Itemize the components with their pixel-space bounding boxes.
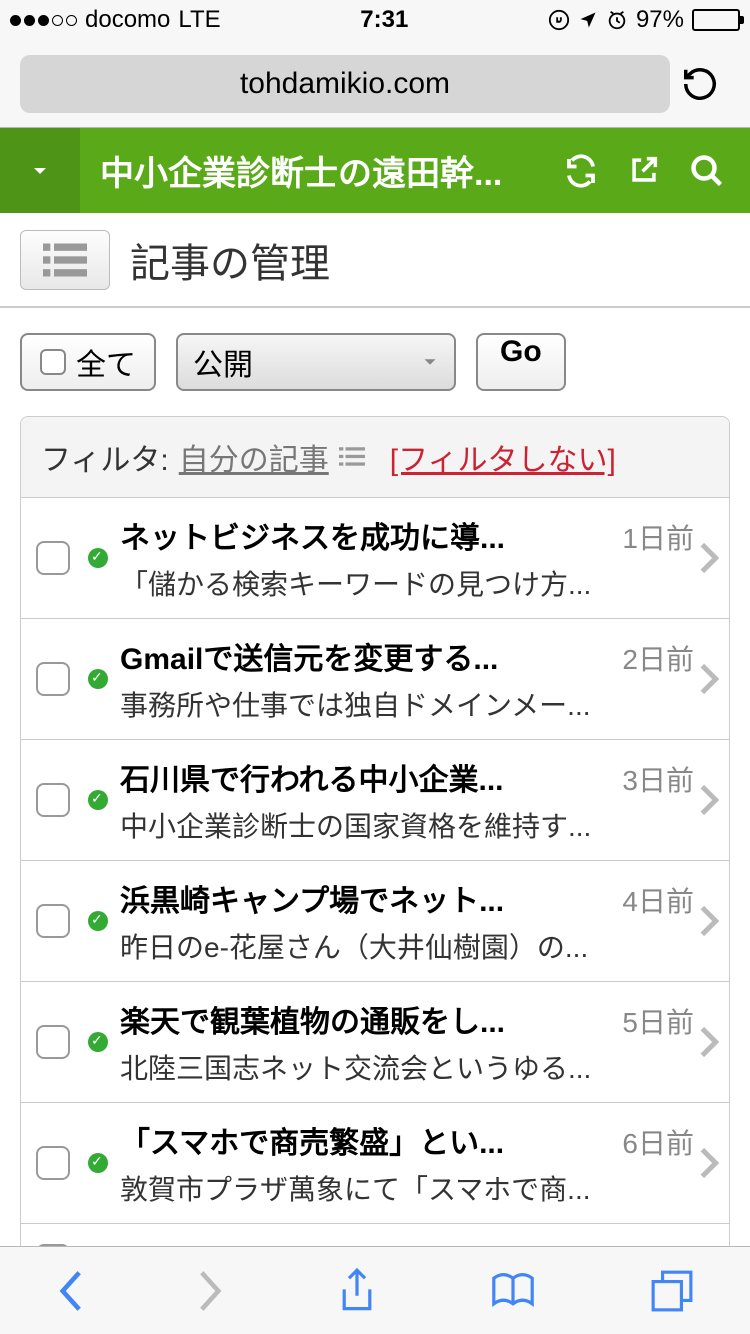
search-icon[interactable] bbox=[689, 153, 725, 189]
orientation-lock-icon bbox=[548, 9, 570, 31]
location-icon bbox=[578, 10, 598, 30]
select-all-label: 全て bbox=[76, 340, 136, 384]
item-checkbox[interactable] bbox=[36, 904, 70, 938]
article-item[interactable]: Gmailで送信元を変更する... 2日前事務所や仕事では独自ドメインメー... bbox=[21, 619, 729, 740]
item-excerpt: 事務所や仕事では独自ドメインメー... bbox=[120, 684, 694, 724]
article-item[interactable]: 楽天で観葉植物の通販をし... 5日前北陸三国志ネット交流会というゆる... bbox=[21, 982, 729, 1103]
filter-clear-link[interactable]: [フィルタしない] bbox=[390, 435, 616, 479]
battery-pct: 97% bbox=[636, 6, 684, 34]
article-item[interactable]: 浜黒崎キャンプ場でネット... 4日前昨日のe-花屋さん（大井仙樹園）の... bbox=[21, 861, 729, 982]
article-item[interactable]: ネットビジネスを成功に導... 1日前「儲かる検索キーワードの見つけ方... bbox=[21, 498, 729, 619]
external-link-icon[interactable] bbox=[627, 153, 661, 189]
item-title: 楽天で観葉植物の通販をし... bbox=[120, 997, 607, 1041]
item-body: 浜黒崎キャンプ場でネット... 4日前昨日のe-花屋さん（大井仙樹園）の... bbox=[120, 876, 694, 966]
clock: 7:31 bbox=[221, 6, 548, 34]
browser-toolbar bbox=[0, 1246, 750, 1334]
alarm-icon bbox=[606, 9, 628, 31]
item-date: 1日前 bbox=[622, 517, 694, 557]
reload-button[interactable] bbox=[670, 65, 730, 103]
carrier-label: docomo bbox=[85, 6, 170, 34]
item-date: 5日前 bbox=[622, 1001, 694, 1041]
item-date: 3日前 bbox=[622, 759, 694, 799]
go-button[interactable]: Go bbox=[476, 333, 566, 391]
item-checkbox[interactable] bbox=[36, 662, 70, 696]
status-published-icon bbox=[88, 911, 108, 931]
filter-row: フィルタ: 自分の記事 [フィルタしない] bbox=[21, 417, 729, 498]
item-body: 「スマホで商売繁盛」とい... 6日前敦賀市プラザ萬象にて「スマホで商... bbox=[120, 1118, 694, 1208]
chevron-right-icon bbox=[699, 783, 719, 817]
item-excerpt: 中小企業診断士の国家資格を維持す... bbox=[120, 805, 694, 845]
chevron-right-icon bbox=[699, 662, 719, 696]
status-published-icon bbox=[88, 1153, 108, 1173]
article-item[interactable]: 「スマホで商売繁盛」とい... 6日前敦賀市プラザ萬象にて「スマホで商... bbox=[21, 1103, 729, 1224]
article-list: フィルタ: 自分の記事 [フィルタしない] ネットビジネスを成功に導... 1日前… bbox=[20, 416, 730, 1300]
status-select[interactable]: 公開 bbox=[176, 333, 456, 391]
item-checkbox[interactable] bbox=[36, 541, 70, 575]
site-title: 中小企業診断士の遠田幹... bbox=[80, 146, 563, 195]
share-button[interactable] bbox=[337, 1267, 377, 1315]
filter-list-icon bbox=[339, 447, 365, 467]
item-excerpt: 敦賀市プラザ萬象にて「スマホで商... bbox=[120, 1168, 694, 1208]
chevron-right-icon bbox=[699, 541, 719, 575]
signal-icon bbox=[10, 15, 77, 26]
filter-current-link[interactable]: 自分の記事 bbox=[179, 435, 329, 479]
battery-icon bbox=[692, 9, 740, 31]
menu-dropdown-button[interactable] bbox=[0, 128, 80, 213]
item-title: 「スマホで商売繁盛」とい... bbox=[120, 1118, 607, 1162]
chevron-right-icon bbox=[699, 1025, 719, 1059]
list-view-button[interactable] bbox=[20, 230, 110, 290]
select-all-button[interactable]: 全て bbox=[20, 333, 156, 391]
item-title: Gmailで送信元を変更する... bbox=[120, 634, 607, 678]
item-excerpt: 北陸三国志ネット交流会というゆる... bbox=[120, 1047, 694, 1087]
address-bar: tohdamikio.com bbox=[0, 40, 750, 128]
status-published-icon bbox=[88, 790, 108, 810]
item-body: 楽天で観葉植物の通販をし... 5日前北陸三国志ネット交流会というゆる... bbox=[120, 997, 694, 1087]
status-select-value: 公開 bbox=[193, 340, 253, 384]
item-date: 4日前 bbox=[622, 880, 694, 920]
tabs-button[interactable] bbox=[650, 1269, 694, 1313]
status-bar: docomo LTE 7:31 97% bbox=[0, 0, 750, 40]
status-published-icon bbox=[88, 1032, 108, 1052]
status-published-icon bbox=[88, 669, 108, 689]
forward-button[interactable] bbox=[197, 1269, 225, 1313]
item-body: Gmailで送信元を変更する... 2日前事務所や仕事では独自ドメインメー... bbox=[120, 634, 694, 724]
article-item[interactable]: 石川県で行われる中小企業... 3日前中小企業診断士の国家資格を維持す... bbox=[21, 740, 729, 861]
filter-label: フィルタ: bbox=[41, 435, 169, 479]
status-published-icon bbox=[88, 548, 108, 568]
chevron-right-icon bbox=[699, 1146, 719, 1180]
status-left: docomo LTE bbox=[10, 6, 221, 34]
item-excerpt: 昨日のe-花屋さん（大井仙樹園）の... bbox=[120, 926, 694, 966]
network-label: LTE bbox=[178, 6, 220, 34]
chevron-down-icon bbox=[416, 348, 444, 376]
item-body: ネットビジネスを成功に導... 1日前「儲かる検索キーワードの見つけ方... bbox=[120, 513, 694, 603]
app-header: 中小企業診断士の遠田幹... bbox=[0, 128, 750, 213]
url-field[interactable]: tohdamikio.com bbox=[20, 55, 670, 113]
item-excerpt: 「儲かる検索キーワードの見つけ方... bbox=[120, 563, 694, 603]
bookmarks-button[interactable] bbox=[489, 1271, 537, 1311]
select-all-checkbox[interactable] bbox=[40, 349, 66, 375]
item-title: 石川県で行われる中小企業... bbox=[120, 755, 607, 799]
item-checkbox[interactable] bbox=[36, 783, 70, 817]
item-body: 石川県で行われる中小企業... 3日前中小企業診断士の国家資格を維持す... bbox=[120, 755, 694, 845]
back-button[interactable] bbox=[56, 1269, 84, 1313]
chevron-right-icon bbox=[699, 904, 719, 938]
item-date: 6日前 bbox=[622, 1122, 694, 1162]
item-checkbox[interactable] bbox=[36, 1146, 70, 1180]
item-title: 浜黒崎キャンプ場でネット... bbox=[120, 876, 607, 920]
page-title-row: 記事の管理 bbox=[0, 213, 750, 308]
item-checkbox[interactable] bbox=[36, 1025, 70, 1059]
refresh-icon[interactable] bbox=[563, 153, 599, 189]
page-title: 記事の管理 bbox=[130, 231, 330, 289]
controls-row: 全て 公開 Go bbox=[0, 308, 750, 416]
item-date: 2日前 bbox=[622, 638, 694, 678]
item-title: ネットビジネスを成功に導... bbox=[120, 513, 607, 557]
status-right: 97% bbox=[548, 6, 740, 34]
